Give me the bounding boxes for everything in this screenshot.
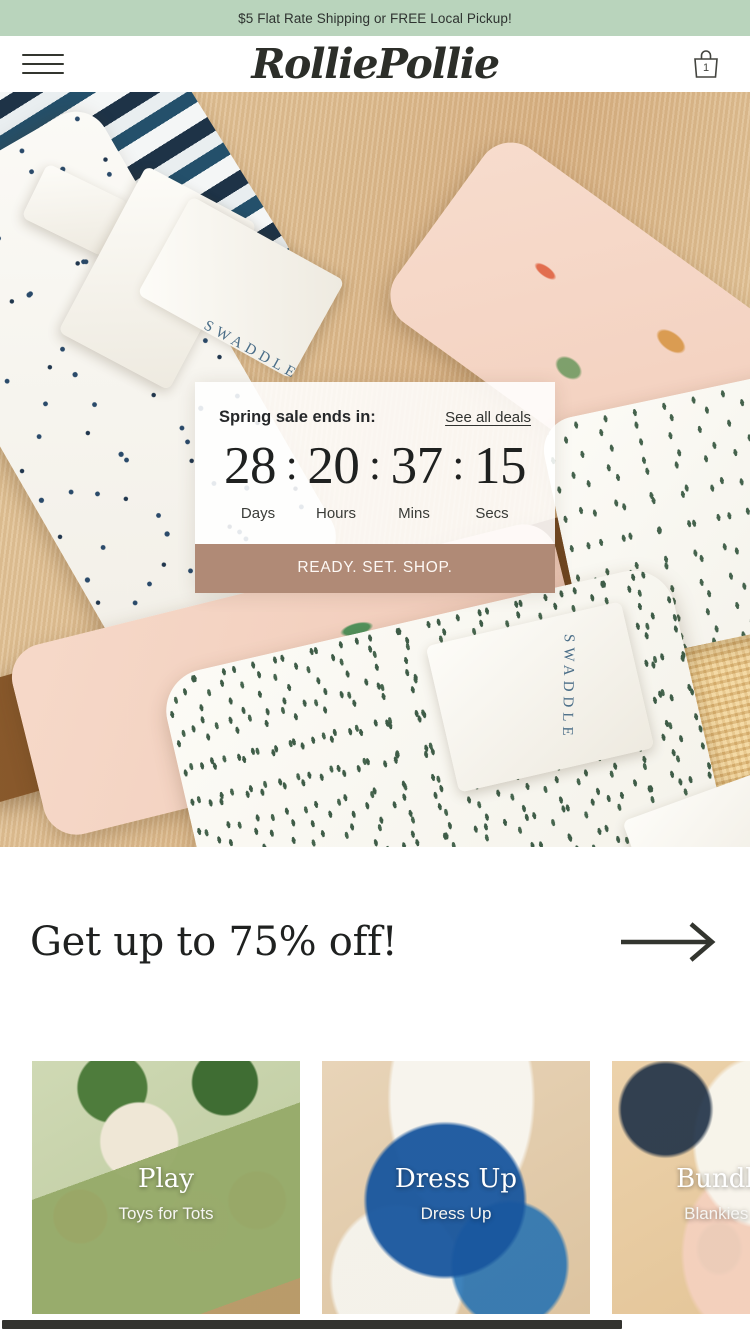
announcement-text: $5 Flat Rate Shipping or FREE Local Pick… [238, 10, 512, 26]
cart-button[interactable]: 1 [684, 42, 728, 86]
countdown-mins-value: 37 [390, 437, 444, 495]
category-subtitle: Blankies & More [684, 1204, 750, 1223]
countdown-body: Spring sale ends in: See all deals 28 : … [195, 382, 555, 544]
countdown-days-value-wrap: 28 [219, 439, 281, 493]
countdown-hours-label: Hours [315, 505, 356, 522]
countdown-days-label: Days [240, 505, 276, 522]
menu-line-1 [22, 54, 64, 56]
countdown-card: Spring sale ends in: See all deals 28 : … [195, 382, 555, 593]
hamburger-menu-icon[interactable] [22, 47, 66, 81]
scrollbar-thumb[interactable] [2, 1319, 622, 1329]
ready-set-shop-button[interactable]: READY. SET. SHOP. [195, 544, 555, 593]
countdown-values-row: 28 : 20 : 37 : 15 [219, 439, 531, 494]
countdown-separator-2: : [369, 442, 381, 489]
horizontal-scrollbar[interactable] [0, 1314, 750, 1334]
category-overlay-play: Play Toys for Tots [32, 1061, 300, 1329]
category-card-dress-up[interactable]: Dress Up Dress Up [322, 1061, 590, 1329]
countdown-hours-value-wrap: 20 [302, 439, 364, 493]
category-title: Bundle Up [676, 1164, 750, 1194]
menu-line-3 [22, 72, 64, 74]
countdown-secs-value: 15 [473, 437, 527, 495]
category-card-play[interactable]: Play Toys for Tots [32, 1061, 300, 1329]
countdown-days-value: 28 [224, 437, 277, 495]
category-title: Dress Up [394, 1164, 518, 1194]
category-carousel[interactable]: Play Toys for Tots Dress Up Dress Up Bun… [0, 1061, 750, 1329]
category-subtitle: Toys for Tots [118, 1204, 214, 1223]
countdown-mins-label: Mins [398, 505, 430, 522]
hero-banner: SWADDLE SWADDLE Spring sale ends in: See… [0, 92, 750, 847]
promo-next-button[interactable] [616, 916, 720, 968]
cart-count-badge: 1 [702, 62, 710, 74]
countdown-mins-value-wrap: 37 [386, 439, 448, 493]
menu-line-2 [22, 63, 64, 65]
countdown-secs-value-wrap: 15 [469, 439, 531, 493]
category-overlay-dress-up: Dress Up Dress Up [322, 1061, 590, 1329]
announcement-bar: $5 Flat Rate Shipping or FREE Local Pick… [0, 0, 750, 36]
arrow-right-icon [621, 922, 716, 962]
countdown-hours-value: 20 [307, 437, 360, 495]
countdown-labels-row: Days Hours Mins Secs [219, 505, 531, 522]
countdown-secs-label: Secs [475, 505, 509, 522]
countdown-separator-3: : [452, 442, 465, 489]
countdown-separator-1: : [285, 442, 298, 489]
countdown-header: Spring sale ends in: See all deals [219, 408, 531, 427]
promo-strip: Get up to 75% off! [0, 847, 750, 1037]
brand-logo[interactable]: RolliePollie [251, 43, 500, 85]
category-overlay-bundle-up: Bundle Up Blankies & More [612, 1061, 750, 1329]
category-title: Play [138, 1164, 194, 1194]
see-all-deals-link[interactable]: See all deals [445, 409, 531, 426]
site-header: RolliePollie 1 [0, 36, 750, 92]
category-subtitle: Dress Up [420, 1204, 492, 1223]
promo-heading: Get up to 75% off! [30, 919, 398, 965]
countdown-title: Spring sale ends in: [219, 408, 376, 426]
category-card-bundle-up[interactable]: Bundle Up Blankies & More [612, 1061, 750, 1329]
